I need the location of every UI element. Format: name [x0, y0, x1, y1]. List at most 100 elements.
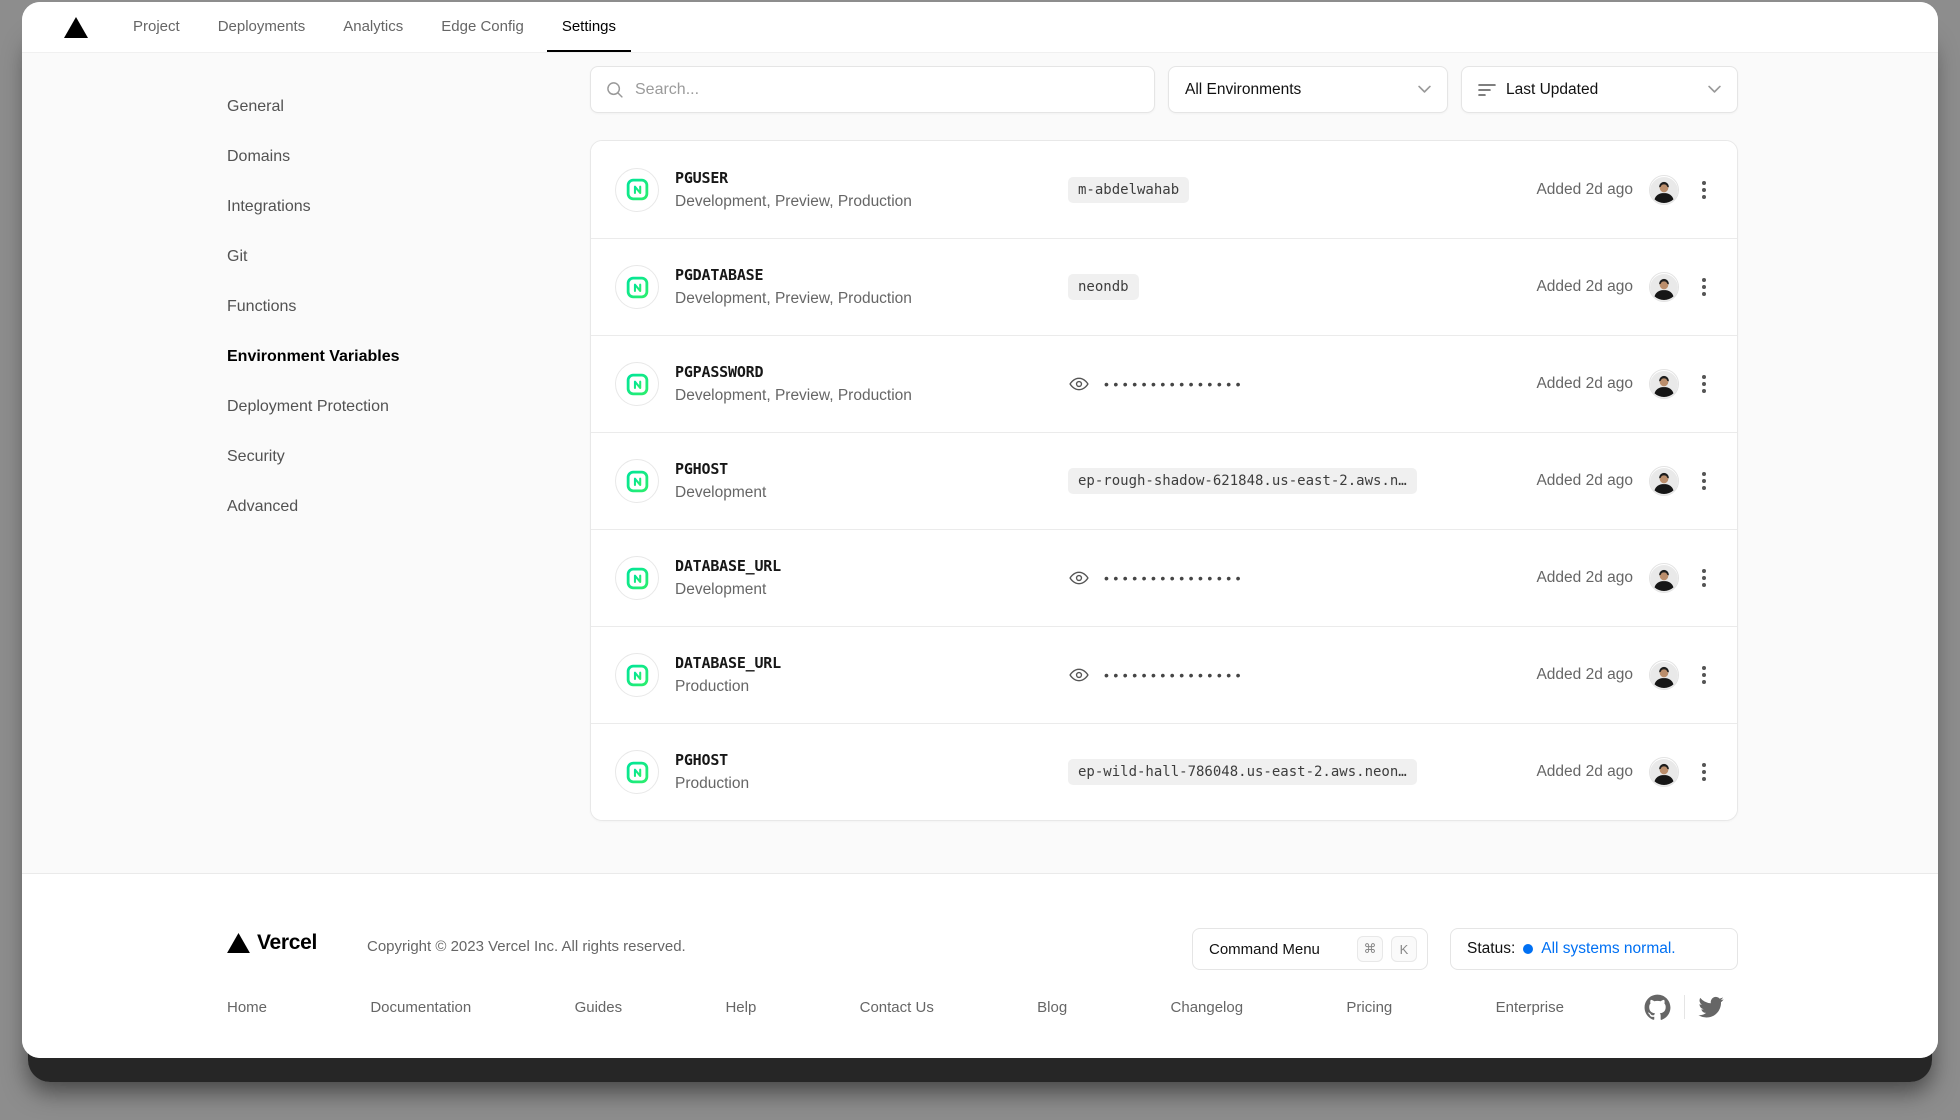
masked-value: ••••••••••••••• — [1104, 571, 1245, 585]
neon-integration-icon — [615, 750, 659, 794]
env-var-environments: Production — [675, 678, 781, 696]
neon-integration-icon — [615, 168, 659, 212]
tab-analytics[interactable]: Analytics — [328, 2, 418, 52]
command-menu-button[interactable]: Command Menu ⌘ K — [1192, 928, 1428, 970]
env-var-value-chip: m-abdelwahab — [1068, 177, 1189, 203]
sidebar-item-environment-variables[interactable]: Environment Variables — [227, 332, 527, 382]
env-var-row[interactable]: PGPASSWORD Development, Preview, Product… — [591, 335, 1737, 432]
vercel-logo-icon[interactable] — [64, 17, 88, 38]
sidebar-item-general[interactable]: General — [227, 82, 527, 132]
environment-filter-dropdown[interactable]: All Environments — [1168, 66, 1448, 113]
env-var-row[interactable]: DATABASE_URL Development •••••••••••••••… — [591, 529, 1737, 626]
added-timestamp: Added 2d ago — [1536, 375, 1633, 393]
footer-link-enterprise[interactable]: Enterprise — [1496, 999, 1564, 1016]
search-input[interactable] — [635, 81, 1140, 99]
sidebar-item-functions[interactable]: Functions — [227, 282, 527, 332]
search-box — [590, 66, 1155, 113]
user-avatar — [1649, 272, 1679, 302]
neon-integration-icon — [615, 265, 659, 309]
desktop-background: Project Deployments Analytics Edge Confi… — [0, 0, 1960, 1120]
env-var-value-chip: ep-rough-shadow-621848.us-east-2.aws.n… — [1068, 468, 1417, 494]
env-var-row[interactable]: PGHOST Development ep-rough-shadow-62184… — [591, 432, 1737, 529]
row-actions-menu-button[interactable] — [1695, 758, 1713, 786]
env-var-environments: Development, Preview, Production — [675, 290, 912, 308]
user-avatar — [1649, 466, 1679, 496]
sidebar-item-advanced[interactable]: Advanced — [227, 482, 527, 532]
env-var-environments: Production — [675, 775, 749, 793]
page-footer: Vercel Copyright © 2023 Vercel Inc. All … — [22, 873, 1938, 1058]
sidebar-item-git[interactable]: Git — [227, 232, 527, 282]
sidebar-item-integrations[interactable]: Integrations — [227, 182, 527, 232]
sort-value: Last Updated — [1506, 81, 1698, 99]
vercel-triangle-icon — [227, 933, 250, 953]
footer-link-pricing[interactable]: Pricing — [1346, 999, 1392, 1016]
env-var-name: PGPASSWORD — [675, 363, 912, 381]
row-actions-menu-button[interactable] — [1695, 661, 1713, 689]
reveal-value-eye-button[interactable] — [1068, 665, 1090, 685]
status-message: All systems normal. — [1541, 940, 1675, 958]
env-vars-toolbar: All Environments Last Updated — [590, 66, 1738, 113]
added-timestamp: Added 2d ago — [1536, 181, 1633, 199]
reveal-value-eye-button[interactable] — [1068, 568, 1090, 588]
env-var-row[interactable]: PGDATABASE Development, Preview, Product… — [591, 238, 1737, 335]
social-divider — [1684, 995, 1685, 1019]
nav-tabs: Project Deployments Analytics Edge Confi… — [118, 2, 631, 52]
neon-integration-icon — [615, 556, 659, 600]
footer-link-changelog[interactable]: Changelog — [1171, 999, 1244, 1016]
sidebar-item-deployment-protection[interactable]: Deployment Protection — [227, 382, 527, 432]
added-timestamp: Added 2d ago — [1536, 569, 1633, 587]
status-label: Status: — [1467, 940, 1515, 958]
settings-content: General Domains Integrations Git Functio… — [22, 52, 1938, 873]
env-var-environments: Development — [675, 484, 766, 502]
footer-vercel-logo[interactable]: Vercel — [227, 931, 317, 955]
reveal-value-eye-button[interactable] — [1068, 374, 1090, 394]
browser-window: Project Deployments Analytics Edge Confi… — [22, 2, 1938, 1058]
row-actions-menu-button[interactable] — [1695, 370, 1713, 398]
footer-link-blog[interactable]: Blog — [1037, 999, 1067, 1016]
environment-filter-value: All Environments — [1185, 81, 1408, 99]
user-avatar — [1649, 369, 1679, 399]
tab-edge-config[interactable]: Edge Config — [426, 2, 539, 52]
env-var-row[interactable]: PGUSER Development, Preview, Production … — [591, 141, 1737, 238]
neon-integration-icon — [615, 459, 659, 503]
env-var-row[interactable]: DATABASE_URL Production ••••••••••••••• … — [591, 626, 1737, 723]
env-vars-list: PGUSER Development, Preview, Production … — [590, 140, 1738, 821]
added-timestamp: Added 2d ago — [1536, 763, 1633, 781]
footer-brand-text: Vercel — [257, 931, 317, 955]
env-var-value-chip: neondb — [1068, 274, 1139, 300]
env-var-name: PGUSER — [675, 169, 912, 187]
row-actions-menu-button[interactable] — [1695, 176, 1713, 204]
footer-link-guides[interactable]: Guides — [575, 999, 623, 1016]
env-var-environments: Development — [675, 581, 781, 599]
masked-value: ••••••••••••••• — [1104, 668, 1245, 682]
tab-deployments[interactable]: Deployments — [203, 2, 321, 52]
status-link[interactable]: Status: All systems normal. — [1450, 928, 1738, 970]
footer-link-help[interactable]: Help — [725, 999, 756, 1016]
sort-dropdown[interactable]: Last Updated — [1461, 66, 1738, 113]
sidebar-item-security[interactable]: Security — [227, 432, 527, 482]
env-var-environments: Development, Preview, Production — [675, 193, 912, 211]
footer-social — [1644, 992, 1724, 1022]
twitter-icon[interactable] — [1698, 994, 1724, 1020]
row-actions-menu-button[interactable] — [1695, 273, 1713, 301]
user-avatar — [1649, 757, 1679, 787]
env-var-name: PGDATABASE — [675, 266, 912, 284]
row-actions-menu-button[interactable] — [1695, 467, 1713, 495]
tab-project[interactable]: Project — [118, 2, 195, 52]
github-icon[interactable] — [1644, 994, 1671, 1021]
env-var-row[interactable]: PGHOST Production ep-wild-hall-786048.us… — [591, 723, 1737, 820]
added-timestamp: Added 2d ago — [1536, 278, 1633, 296]
added-timestamp: Added 2d ago — [1536, 666, 1633, 684]
neon-integration-icon — [615, 362, 659, 406]
footer-link-documentation[interactable]: Documentation — [370, 999, 471, 1016]
footer-link-contact-us[interactable]: Contact Us — [860, 999, 934, 1016]
env-var-value-chip: ep-wild-hall-786048.us-east-2.aws.neon… — [1068, 759, 1417, 785]
row-actions-menu-button[interactable] — [1695, 564, 1713, 592]
tab-settings[interactable]: Settings — [547, 2, 631, 52]
sidebar-item-domains[interactable]: Domains — [227, 132, 527, 182]
chevron-down-icon — [1418, 85, 1431, 94]
top-navigation: Project Deployments Analytics Edge Confi… — [22, 2, 1938, 52]
command-menu-label: Command Menu — [1209, 941, 1349, 958]
footer-link-home[interactable]: Home — [227, 999, 267, 1016]
settings-sidebar: General Domains Integrations Git Functio… — [227, 82, 527, 532]
